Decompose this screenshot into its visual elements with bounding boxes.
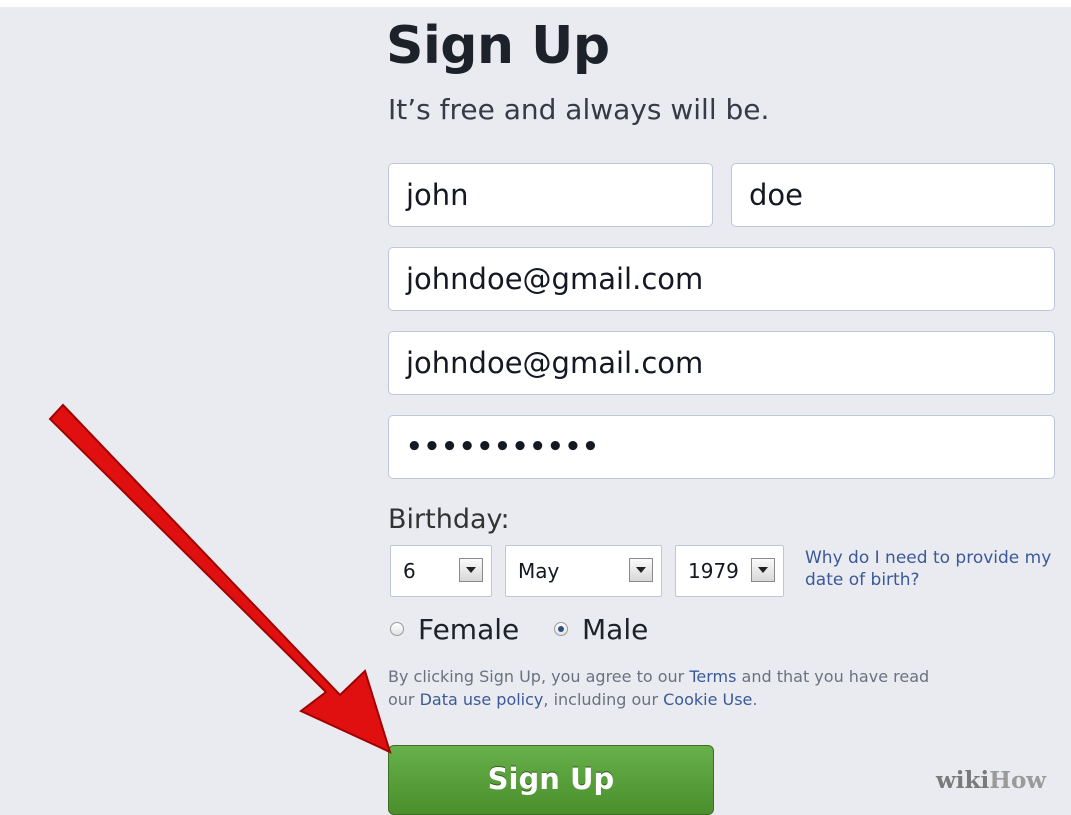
red-arrow-annotation xyxy=(48,403,392,754)
red-arrow-icon xyxy=(48,403,392,754)
